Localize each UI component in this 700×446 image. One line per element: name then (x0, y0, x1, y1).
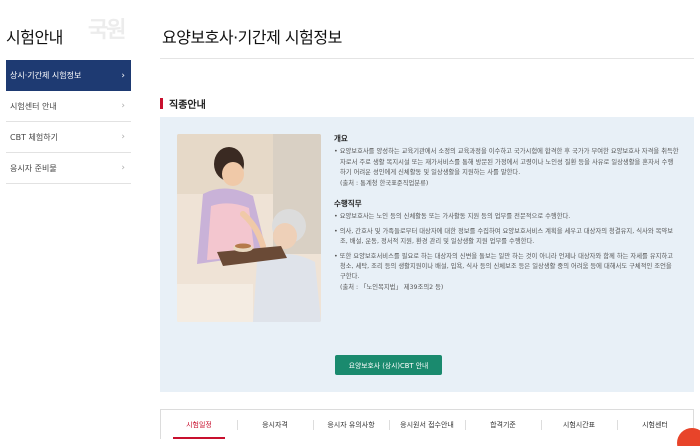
section-header: 직종안내 (160, 96, 206, 111)
duty-item: • 요양보호사는 노인 등의 신체활동 또는 가사활동 지원 등의 업무를 전문… (334, 213, 571, 221)
duties-heading: 수행직무 (334, 199, 362, 209)
sidebar-item-cbt-trial[interactable]: CBT 체험하기 › (6, 122, 131, 153)
job-info-content: 개요 • 요양보호사를 양성하는 교육기관에서 소정의 교육과정을 이수하고 국… (334, 134, 679, 293)
sidebar-item-label: 상시·기간제 시험정보 (10, 71, 82, 80)
sidebar-menu: 상시·기간제 시험정보 › 시험센터 안내 › CBT 체험하기 › 응시자 준… (6, 60, 131, 184)
tab-application[interactable]: 응시원서 접수안내 (389, 410, 465, 439)
chevron-right-icon: › (121, 163, 125, 173)
section-title: 직종안내 (169, 100, 206, 111)
sidebar-item-label: 응시자 준비물 (10, 163, 57, 173)
sidebar: 시험안내 국원 상시·기간제 시험정보 › 시험센터 안내 › CBT 체험하기… (0, 0, 131, 446)
duties-source: (출처 : 「노인복지법」 제39조의2 등) (340, 283, 444, 291)
tab-timetable[interactable]: 시험시간표 (541, 410, 617, 439)
overview-text: • 요양보호사를 양성하는 교육기관에서 소정의 교육과정을 이수하고 국가시험… (334, 148, 679, 177)
sidebar-item-test-center[interactable]: 시험센터 안내 › (6, 91, 131, 122)
cbt-guide-button[interactable]: 요양보호사 (상시)CBT 안내 (335, 355, 442, 375)
overview-source: (출처 : 통계청 한국표준직업분류) (340, 179, 429, 187)
page-title: 요양보호사·기간제 시험정보 (162, 28, 342, 47)
sidebar-item-label: CBT 체험하기 (10, 132, 58, 142)
job-info-box: 개요 • 요양보호사를 양성하는 교육기관에서 소정의 교육과정을 이수하고 국… (160, 117, 694, 392)
chevron-right-icon: › (121, 132, 125, 142)
overview-heading: 개요 (334, 134, 348, 143)
title-divider (160, 58, 694, 59)
chevron-right-icon: › (121, 101, 125, 111)
tab-exam-schedule[interactable]: 시험일정 (161, 410, 237, 439)
caregiver-photo (177, 134, 321, 322)
duty-item: • 또한 요양보호서비스를 필요로 하는 대상자의 신변을 돌보는 일만 하는 … (334, 252, 673, 281)
chevron-right-icon: › (121, 70, 125, 81)
sidebar-item-exam-info[interactable]: 상시·기간제 시험정보 › (6, 60, 131, 91)
exam-info-tabs: 시험일정 응시자격 응시자 유의사항 응시원서 접수안내 합격기준 시험시간표 … (160, 409, 694, 439)
section-marker (160, 98, 163, 109)
sidebar-watermark: 국원 (88, 18, 127, 43)
duty-item: • 의사, 간호사 및 가족들로부터 대상자에 대한 정보를 수집하여 요양보호… (334, 227, 673, 246)
sidebar-item-label: 시험센터 안내 (10, 101, 57, 111)
tab-eligibility[interactable]: 응시자격 (237, 410, 313, 439)
tab-pass-criteria[interactable]: 합격기준 (465, 410, 541, 439)
tab-applicant-notes[interactable]: 응시자 유의사항 (313, 410, 389, 439)
sidebar-title: 시험안내 (6, 28, 63, 47)
sidebar-item-supplies[interactable]: 응시자 준비물 › (6, 153, 131, 184)
